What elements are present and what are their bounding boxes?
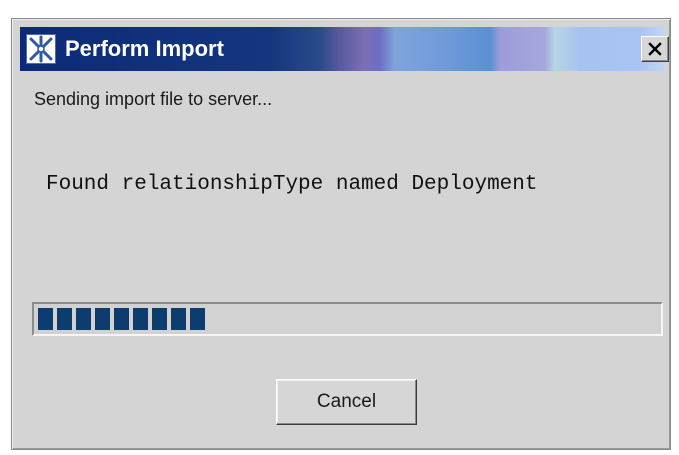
close-button[interactable] [641, 36, 669, 62]
perform-import-dialog: Perform Import Sending import file to se… [11, 18, 671, 450]
app-logo-icon [26, 34, 56, 64]
title-bar[interactable]: Perform Import [20, 27, 669, 71]
status-text: Sending import file to server... [34, 89, 273, 109]
cancel-button[interactable]: Cancel [276, 379, 417, 425]
progress-fill [38, 308, 205, 330]
close-icon [648, 42, 662, 56]
import-message: Found relationshipType named Deployment [46, 173, 538, 196]
window-title: Perform Import [65, 36, 224, 61]
progress-bar [32, 302, 663, 336]
